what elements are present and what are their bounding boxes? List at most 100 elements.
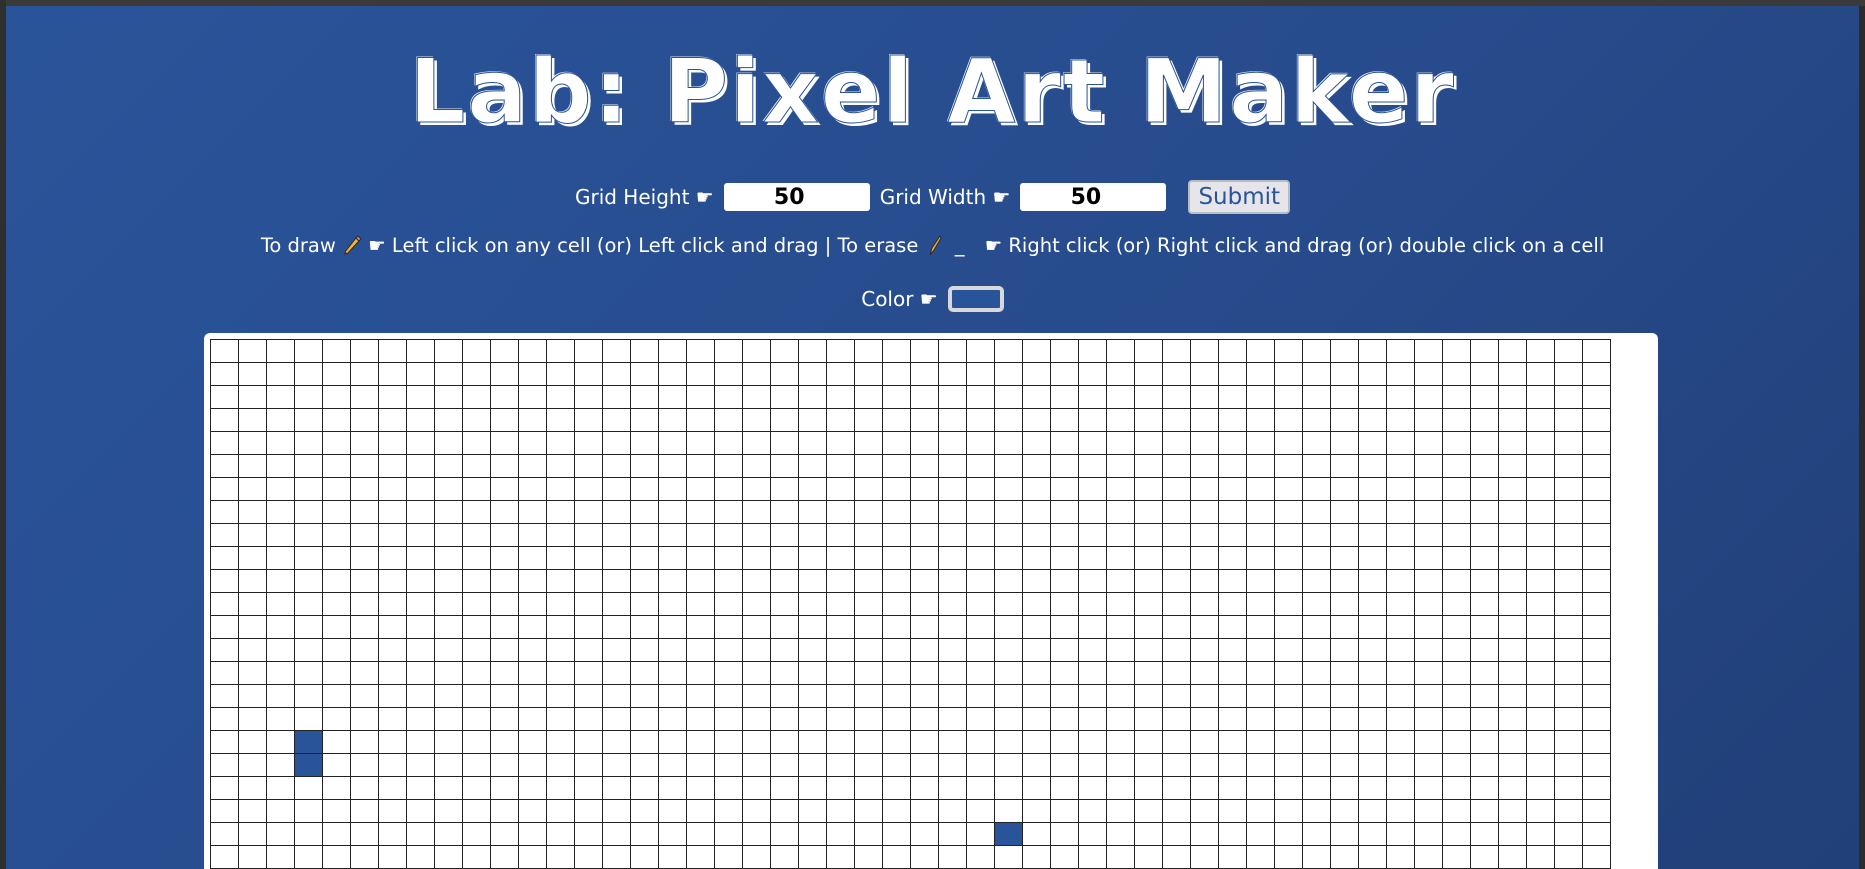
grid-cell[interactable] xyxy=(1050,822,1079,846)
grid-cell[interactable] xyxy=(1526,339,1555,363)
grid-cell[interactable] xyxy=(1302,730,1331,754)
grid-cell[interactable] xyxy=(518,569,547,593)
grid-cell[interactable] xyxy=(322,707,351,731)
grid-cell[interactable] xyxy=(378,569,407,593)
grid-cell[interactable] xyxy=(1246,546,1275,570)
grid-cell[interactable] xyxy=(574,362,603,386)
grid-cell[interactable] xyxy=(378,638,407,662)
grid-cell[interactable] xyxy=(1554,661,1583,685)
grid-cell[interactable] xyxy=(1134,569,1163,593)
grid-cell[interactable] xyxy=(1554,385,1583,409)
grid-cell[interactable] xyxy=(574,684,603,708)
grid-cell[interactable] xyxy=(966,730,995,754)
grid-cell[interactable] xyxy=(1190,454,1219,478)
grid-cell[interactable] xyxy=(686,454,715,478)
grid-cell[interactable] xyxy=(1414,615,1443,639)
grid-cell[interactable] xyxy=(1246,615,1275,639)
grid-cell[interactable] xyxy=(210,845,239,869)
grid-cell[interactable] xyxy=(406,661,435,685)
grid-cell[interactable] xyxy=(574,845,603,869)
grid-cell[interactable] xyxy=(1582,592,1611,616)
grid-cell[interactable] xyxy=(1050,730,1079,754)
grid-cell[interactable] xyxy=(1274,408,1303,432)
grid-cell[interactable] xyxy=(826,523,855,547)
grid-cell[interactable] xyxy=(1582,431,1611,455)
grid-cell[interactable] xyxy=(658,569,687,593)
grid-cell[interactable] xyxy=(1470,500,1499,524)
grid-cell[interactable] xyxy=(798,431,827,455)
grid-cell[interactable] xyxy=(1498,707,1527,731)
grid-cell[interactable] xyxy=(1106,753,1135,777)
grid-cell[interactable] xyxy=(882,362,911,386)
grid-cell[interactable] xyxy=(210,408,239,432)
grid-cell[interactable] xyxy=(1274,523,1303,547)
grid-cell[interactable] xyxy=(1190,500,1219,524)
grid-cell[interactable] xyxy=(406,431,435,455)
grid-cell[interactable] xyxy=(518,408,547,432)
grid-cell[interactable] xyxy=(798,753,827,777)
grid-cell[interactable] xyxy=(546,845,575,869)
grid-cell[interactable] xyxy=(574,523,603,547)
grid-cell[interactable] xyxy=(1498,569,1527,593)
grid-cell[interactable] xyxy=(1414,431,1443,455)
grid-cell[interactable] xyxy=(1414,546,1443,570)
grid-cell[interactable] xyxy=(994,615,1023,639)
grid-cell[interactable] xyxy=(1330,523,1359,547)
grid-cell[interactable] xyxy=(994,523,1023,547)
grid-cell[interactable] xyxy=(798,638,827,662)
grid-cell[interactable] xyxy=(1246,684,1275,708)
grid-cell[interactable] xyxy=(322,684,351,708)
grid-cell[interactable] xyxy=(1358,661,1387,685)
grid-cell[interactable] xyxy=(546,569,575,593)
grid-cell[interactable] xyxy=(574,339,603,363)
grid-cell[interactable] xyxy=(1498,500,1527,524)
grid-cell[interactable] xyxy=(1190,661,1219,685)
grid-cell[interactable] xyxy=(1022,408,1051,432)
grid-cell[interactable] xyxy=(826,799,855,823)
grid-cell[interactable] xyxy=(1218,730,1247,754)
grid-cell[interactable] xyxy=(1330,431,1359,455)
grid-cell[interactable] xyxy=(518,477,547,501)
grid-cell[interactable] xyxy=(742,845,771,869)
grid-cell[interactable] xyxy=(1442,592,1471,616)
grid-cell[interactable] xyxy=(686,523,715,547)
grid-cell[interactable] xyxy=(854,431,883,455)
grid-cell[interactable] xyxy=(1302,638,1331,662)
grid-cell[interactable] xyxy=(1582,845,1611,869)
grid-cell[interactable] xyxy=(406,753,435,777)
grid-cell[interactable] xyxy=(742,408,771,432)
grid-cell[interactable] xyxy=(602,339,631,363)
grid-cell[interactable] xyxy=(686,569,715,593)
grid-cell[interactable] xyxy=(434,707,463,731)
grid-cell[interactable] xyxy=(462,730,491,754)
grid-cell[interactable] xyxy=(910,799,939,823)
grid-cell[interactable] xyxy=(910,753,939,777)
grid-cell[interactable] xyxy=(1358,385,1387,409)
grid-cell[interactable] xyxy=(1498,684,1527,708)
grid-cell[interactable] xyxy=(826,477,855,501)
grid-cell[interactable] xyxy=(378,592,407,616)
grid-cell[interactable] xyxy=(1330,454,1359,478)
grid-cell[interactable] xyxy=(462,477,491,501)
grid-cell[interactable] xyxy=(1386,661,1415,685)
grid-cell[interactable] xyxy=(994,569,1023,593)
grid-cell[interactable] xyxy=(826,454,855,478)
grid-cell[interactable] xyxy=(238,661,267,685)
grid-cell[interactable] xyxy=(1246,523,1275,547)
grid-cell[interactable] xyxy=(1302,477,1331,501)
grid-cell[interactable] xyxy=(1050,454,1079,478)
grid-cell[interactable] xyxy=(910,454,939,478)
grid-cell[interactable] xyxy=(714,454,743,478)
grid-cell[interactable] xyxy=(294,730,323,754)
grid-cell[interactable] xyxy=(1386,730,1415,754)
grid-cell[interactable] xyxy=(350,431,379,455)
grid-cell[interactable] xyxy=(686,339,715,363)
grid-cell[interactable] xyxy=(1498,523,1527,547)
grid-cell[interactable] xyxy=(1498,776,1527,800)
grid-cell[interactable] xyxy=(462,454,491,478)
grid-cell[interactable] xyxy=(322,477,351,501)
grid-cell[interactable] xyxy=(1050,845,1079,869)
grid-cell[interactable] xyxy=(994,431,1023,455)
grid-cell[interactable] xyxy=(1134,776,1163,800)
grid-cell[interactable] xyxy=(1078,638,1107,662)
